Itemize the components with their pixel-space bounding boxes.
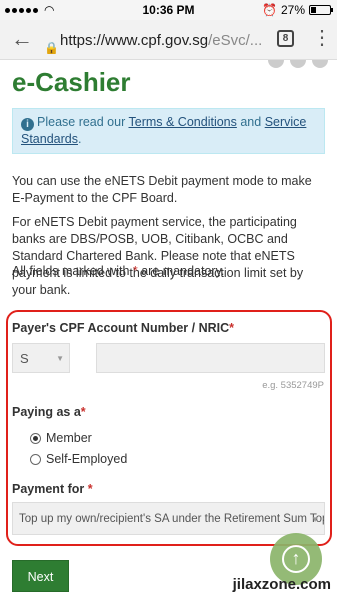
- paying-as-label-text: Paying as a: [12, 405, 81, 419]
- member-radio-label[interactable]: Member: [46, 431, 92, 445]
- info-suffix: .: [77, 132, 82, 146]
- self-employed-radio[interactable]: [30, 454, 41, 465]
- battery-icon: [309, 5, 333, 15]
- banks-paragraph: For eNETS Debit payment service, the par…: [12, 215, 304, 297]
- battery-fill: [311, 7, 316, 13]
- payment-for-value: Top up my own/recipient's SA under the R…: [19, 513, 324, 525]
- url-path: /eSvc/...: [208, 32, 263, 49]
- tab-switcher-button[interactable]: 8: [277, 30, 294, 47]
- required-star: *: [87, 482, 93, 496]
- alarm-icon: ⏰: [262, 3, 277, 17]
- nric-prefix-value: S: [20, 351, 29, 366]
- mandatory-note: All fields marked with * are mandatory.: [12, 263, 327, 280]
- required-star: *: [80, 405, 86, 419]
- payment-for-label-text: Payment for: [12, 482, 85, 496]
- top-tab-icon[interactable]: [312, 60, 328, 68]
- more-menu-icon[interactable]: ⋮: [312, 28, 332, 52]
- page-top-icons: [268, 60, 328, 68]
- page-title: e-Cashier: [12, 67, 131, 97]
- cpf-account-label: Payer's CPF Account Number / NRIC*: [12, 321, 234, 335]
- arrow-up-icon: ↑: [291, 548, 301, 568]
- payment-for-label: Payment for *: [12, 482, 93, 496]
- member-radio[interactable]: [30, 433, 41, 444]
- cpf-account-label-text: Payer's CPF Account Number / NRIC: [12, 321, 230, 335]
- nric-hint: e.g. 5352749P: [262, 380, 324, 391]
- address-bar[interactable]: 🔒https://www.cpf.gov.sg/eSvc/...: [44, 28, 264, 54]
- chevron-down-icon: ▼: [56, 354, 64, 363]
- paying-as-label: Paying as a*: [12, 405, 86, 419]
- next-button[interactable]: Next: [12, 560, 69, 592]
- browser-toolbar: ← 🔒https://www.cpf.gov.sg/eSvc/... 8 ⋮: [0, 20, 337, 60]
- lock-icon: 🔒: [44, 41, 59, 54]
- self-employed-radio-label[interactable]: Self-Employed: [46, 452, 127, 466]
- info-middle: and: [236, 115, 265, 129]
- intro-paragraph: You can use the eNETS Debit payment mode…: [12, 174, 312, 205]
- watermark: jilaxzone.com: [232, 576, 331, 593]
- battery-percent: 27%: [280, 3, 305, 17]
- url-domain: https://www.cpf.gov.sg: [60, 32, 209, 49]
- required-star: *: [229, 321, 235, 335]
- terms-link[interactable]: Terms & Conditions: [129, 115, 237, 129]
- status-bar: ◠ 10:36 PM ⏰ 27%: [0, 0, 337, 20]
- info-prefix: Please read our: [37, 115, 129, 129]
- back-arrow-icon[interactable]: ←: [10, 28, 34, 52]
- status-right: ⏰ 27%: [262, 3, 333, 17]
- info-alert: i Please read our Terms & Conditions and …: [12, 108, 325, 154]
- nric-input[interactable]: [96, 343, 325, 373]
- nric-prefix-select[interactable]: S ▼: [12, 343, 70, 373]
- top-tab-icon[interactable]: [268, 60, 284, 68]
- info-icon: i: [21, 118, 34, 131]
- top-tab-icon[interactable]: [290, 60, 306, 68]
- mandatory-prefix: All fields marked with: [12, 264, 133, 278]
- mandatory-suffix: are mandatory.: [137, 264, 225, 278]
- chevron-down-icon: ▼: [311, 515, 319, 524]
- payment-for-select[interactable]: Top up my own/recipient's SA under the R…: [12, 502, 325, 535]
